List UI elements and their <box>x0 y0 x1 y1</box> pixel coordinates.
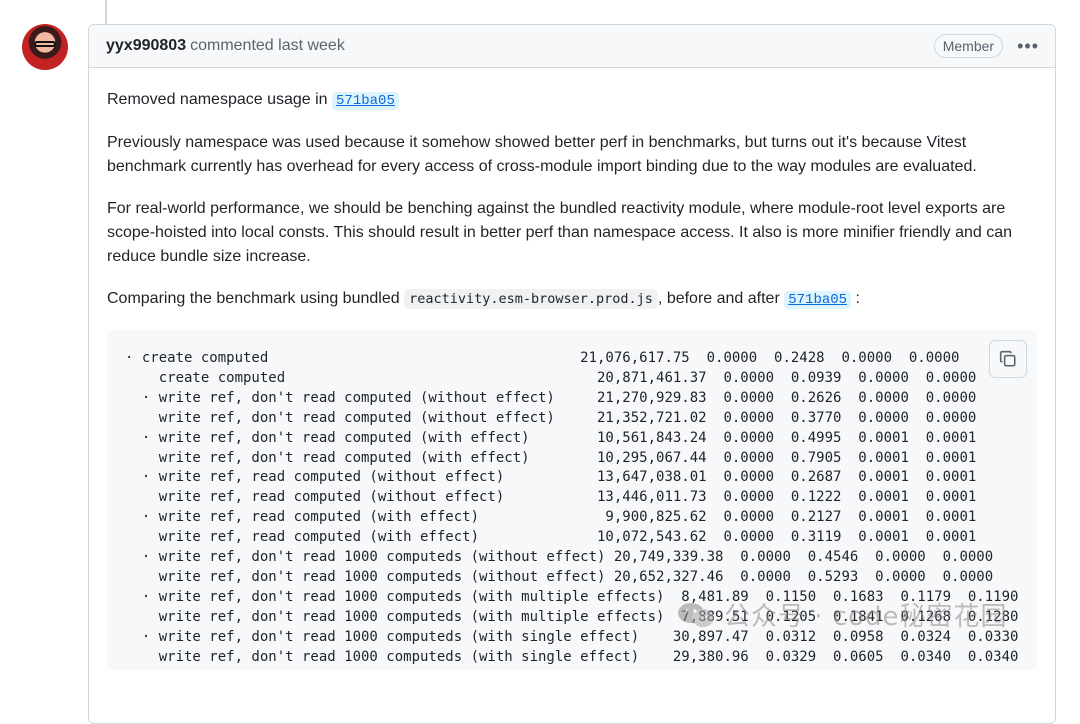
code-line: write ref, read computed (with effect) 1… <box>125 529 977 546</box>
code-line: · create computed 21,076,617.75 0.0000 0… <box>125 350 960 366</box>
code-line: · write ref, don't read 1000 computeds (… <box>125 628 1019 645</box>
paragraph-real-world: For real-world performance, we should be… <box>107 200 1013 265</box>
paragraph-previously: Previously namespace was used because it… <box>107 134 977 175</box>
paragraph-namespace: Removed namespace usage in 571ba05 <box>107 88 1037 113</box>
commit-link[interactable]: 571ba05 <box>784 291 852 309</box>
code-line: write ref, read computed (without effect… <box>125 489 977 506</box>
paragraph-comparing: Comparing the benchmark using bundled re… <box>107 287 1037 312</box>
code-line: write ref, don't read 1000 computeds (wi… <box>125 648 1019 665</box>
comment-timestamp[interactable]: commented last week <box>190 37 345 55</box>
paragraph-text: : <box>851 290 860 307</box>
code-line: · write ref, read computed (without effe… <box>125 469 977 486</box>
kebab-menu-icon[interactable]: ••• <box>1017 37 1039 55</box>
code-line: · write ref, don't read 1000 computeds (… <box>125 549 994 566</box>
avatar-glasses <box>34 41 56 47</box>
comment-body: Removed namespace usage in 571ba05 Previ… <box>89 68 1055 670</box>
comment-header: yyx990803 commented last week Member ••• <box>89 25 1055 68</box>
comment-author[interactable]: yyx990803 <box>106 37 186 55</box>
timeline-line <box>105 0 107 24</box>
code-line: write ref, don't read computed (with eff… <box>125 449 977 466</box>
code-content: · create computed 21,076,617.75 0.0000 0… <box>107 330 1037 668</box>
avatar[interactable] <box>22 24 68 70</box>
code-line: create computed 20,871,461.37 0.0000 0.0… <box>125 369 977 386</box>
code-line: · write ref, don't read computed (withou… <box>125 389 977 406</box>
copy-icon <box>999 350 1016 367</box>
code-line: · write ref, don't read 1000 computeds (… <box>125 588 1019 605</box>
code-line: write ref, don't read 1000 computeds (wi… <box>125 608 1019 625</box>
paragraph-text: Comparing the benchmark using bundled <box>107 290 405 307</box>
code-line: · write ref, don't read computed (with e… <box>125 429 977 446</box>
paragraph-text: , before and after <box>657 290 785 307</box>
member-badge: Member <box>933 34 1004 58</box>
benchmark-code-block: · create computed 21,076,617.75 0.0000 0… <box>107 330 1037 670</box>
inline-code-filename: reactivity.esm-browser.prod.js <box>404 289 658 309</box>
copy-button[interactable] <box>989 340 1027 378</box>
code-line: write ref, don't read computed (without … <box>125 409 977 426</box>
commit-link[interactable]: 571ba05 <box>332 92 399 110</box>
paragraph-text: Removed namespace usage in <box>107 91 333 108</box>
code-line: · write ref, read computed (with effect)… <box>125 509 977 526</box>
code-line: write ref, don't read 1000 computeds (wi… <box>125 568 994 585</box>
comment-box: yyx990803 commented last week Member •••… <box>88 24 1056 724</box>
